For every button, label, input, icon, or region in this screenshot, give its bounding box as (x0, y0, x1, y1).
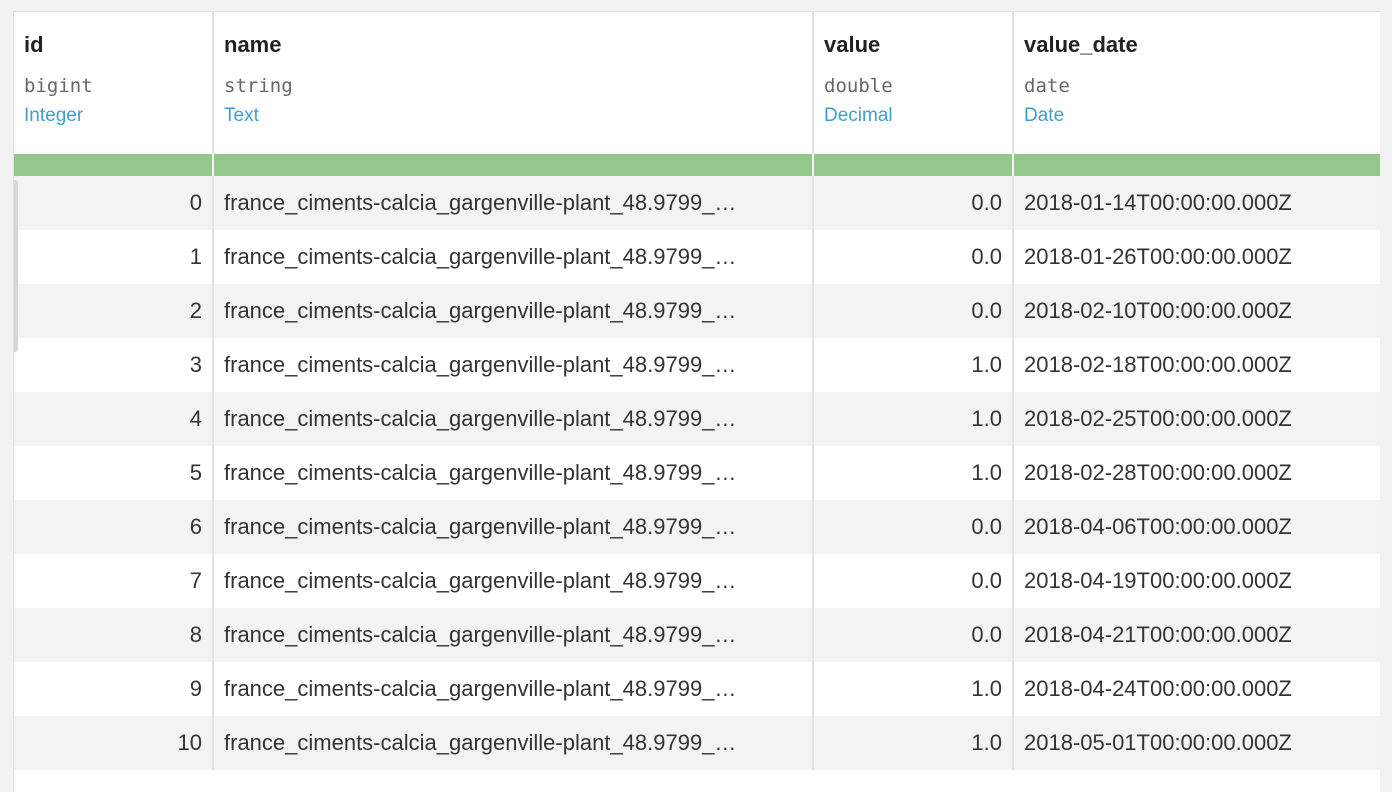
cell-value[interactable]: 1.0 (813, 662, 1014, 716)
table-row[interactable]: 10 france_ciments-calcia_gargenville-plan… (14, 716, 1380, 770)
cell-value[interactable]: 1.0 (813, 392, 1014, 446)
cell-name[interactable]: france_ciments-calcia_gargenville-plant_… (213, 608, 814, 662)
cell-id[interactable]: 9 (14, 662, 214, 716)
column-meaning[interactable]: Integer (24, 102, 202, 154)
cell-name[interactable]: france_ciments-calcia_gargenville-plant_… (213, 554, 814, 608)
cell-value[interactable]: 0.0 (813, 284, 1014, 338)
cell-value-date[interactable]: 2018-02-10T00:00:00.000Z (1013, 284, 1380, 338)
dataset-table: id bigint Integer name string Text value… (14, 12, 1380, 770)
cell-value[interactable]: 0.0 (813, 554, 1014, 608)
data-quality-bar[interactable] (14, 154, 214, 176)
cell-value-date[interactable]: 2018-04-21T00:00:00.000Z (1013, 608, 1380, 662)
cell-value-date[interactable]: 2018-02-18T00:00:00.000Z (1013, 338, 1380, 392)
table-row[interactable]: 5 france_ciments-calcia_gargenville-plant… (14, 446, 1380, 500)
column-meaning[interactable]: Text (224, 102, 802, 154)
cell-value-date[interactable]: 2018-01-14T00:00:00.000Z (1013, 176, 1380, 230)
column-name[interactable]: value_date (1024, 12, 1370, 64)
column-meaning[interactable]: Decimal (824, 102, 1002, 154)
cell-id[interactable]: 7 (14, 554, 214, 608)
cell-value-date[interactable]: 2018-05-01T00:00:00.000Z (1013, 716, 1380, 770)
cell-name[interactable]: france_ciments-calcia_gargenville-plant_… (213, 284, 814, 338)
cell-value-date[interactable]: 2018-04-24T00:00:00.000Z (1013, 662, 1380, 716)
cell-name[interactable]: france_ciments-calcia_gargenville-plant_… (213, 338, 814, 392)
data-quality-bar-row (14, 154, 1380, 176)
cell-id[interactable]: 0 (14, 176, 214, 230)
data-quality-bar[interactable] (213, 154, 814, 176)
table-row[interactable]: 2 france_ciments-calcia_gargenville-plant… (14, 284, 1380, 338)
table-body: 0 france_ciments-calcia_gargenville-plant… (14, 176, 1380, 770)
cell-value-date[interactable]: 2018-02-25T00:00:00.000Z (1013, 392, 1380, 446)
data-quality-bar[interactable] (813, 154, 1014, 176)
column-header-value[interactable]: value double Decimal (813, 12, 1014, 154)
cell-id[interactable]: 4 (14, 392, 214, 446)
table-row[interactable]: 7 france_ciments-calcia_gargenville-plant… (14, 554, 1380, 608)
cell-value-date[interactable]: 2018-04-06T00:00:00.000Z (1013, 500, 1380, 554)
column-storage-type: string (224, 75, 293, 97)
column-meaning[interactable]: Date (1024, 102, 1370, 154)
cell-value[interactable]: 0.0 (813, 230, 1014, 284)
column-name[interactable]: value (824, 12, 1002, 64)
cell-id[interactable]: 5 (14, 446, 214, 500)
cell-id[interactable]: 1 (14, 230, 214, 284)
column-header-id[interactable]: id bigint Integer (14, 12, 214, 154)
cell-name[interactable]: france_ciments-calcia_gargenville-plant_… (213, 176, 814, 230)
column-name[interactable]: id (24, 12, 202, 64)
column-storage-type: bigint (24, 75, 93, 97)
cell-value[interactable]: 0.0 (813, 500, 1014, 554)
cell-value-date[interactable]: 2018-02-28T00:00:00.000Z (1013, 446, 1380, 500)
cell-name[interactable]: france_ciments-calcia_gargenville-plant_… (213, 662, 814, 716)
column-header-row: id bigint Integer name string Text value… (14, 12, 1380, 154)
table-row[interactable]: 0 france_ciments-calcia_gargenville-plant… (14, 176, 1380, 230)
cell-name[interactable]: france_ciments-calcia_gargenville-plant_… (213, 392, 814, 446)
cell-name[interactable]: france_ciments-calcia_gargenville-plant_… (213, 500, 814, 554)
table-row[interactable]: 4 france_ciments-calcia_gargenville-plant… (14, 392, 1380, 446)
column-header-value-date[interactable]: value_date date Date (1013, 12, 1380, 154)
cell-name[interactable]: france_ciments-calcia_gargenville-plant_… (213, 716, 814, 770)
data-quality-bar[interactable] (1013, 154, 1380, 176)
panel-resize-handle[interactable] (14, 180, 18, 352)
column-header-name[interactable]: name string Text (213, 12, 814, 154)
table-row[interactable]: 9 france_ciments-calcia_gargenville-plant… (14, 662, 1380, 716)
cell-value[interactable]: 0.0 (813, 176, 1014, 230)
cell-id[interactable]: 6 (14, 500, 214, 554)
cell-value[interactable]: 1.0 (813, 338, 1014, 392)
cell-id[interactable]: 2 (14, 284, 214, 338)
dataset-table-panel: id bigint Integer name string Text value… (13, 11, 1380, 792)
table-row[interactable]: 1 france_ciments-calcia_gargenville-plant… (14, 230, 1380, 284)
table-row[interactable]: 6 france_ciments-calcia_gargenville-plant… (14, 500, 1380, 554)
cell-value-date[interactable]: 2018-01-26T00:00:00.000Z (1013, 230, 1380, 284)
cell-id[interactable]: 3 (14, 338, 214, 392)
cell-id[interactable]: 10 (14, 716, 214, 770)
column-name[interactable]: name (224, 12, 802, 64)
cell-value[interactable]: 0.0 (813, 608, 1014, 662)
cell-name[interactable]: france_ciments-calcia_gargenville-plant_… (213, 230, 814, 284)
cell-name[interactable]: france_ciments-calcia_gargenville-plant_… (213, 446, 814, 500)
column-storage-type: date (1024, 75, 1070, 97)
cell-value[interactable]: 1.0 (813, 716, 1014, 770)
cell-value[interactable]: 1.0 (813, 446, 1014, 500)
table-row[interactable]: 3 france_ciments-calcia_gargenville-plant… (14, 338, 1380, 392)
table-row[interactable]: 8 france_ciments-calcia_gargenville-plant… (14, 608, 1380, 662)
cell-id[interactable]: 8 (14, 608, 214, 662)
column-storage-type: double (824, 75, 893, 97)
cell-value-date[interactable]: 2018-04-19T00:00:00.000Z (1013, 554, 1380, 608)
